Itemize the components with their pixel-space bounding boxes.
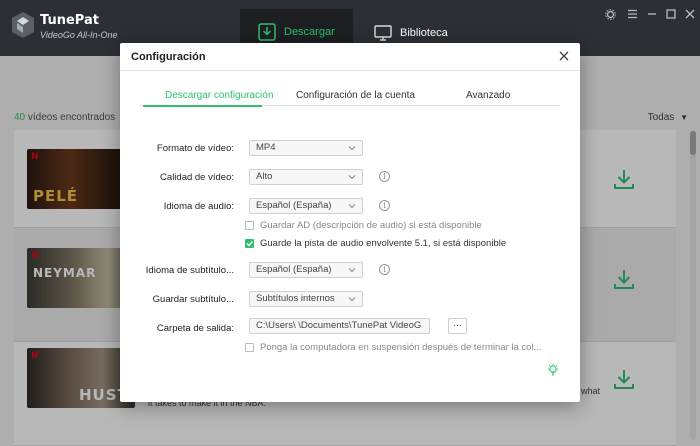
save-51-checkbox[interactable] (245, 239, 254, 248)
save-subtitles-select[interactable]: Subtítulos internos (249, 291, 363, 307)
output-folder-input[interactable]: C:\Users\ \Documents\TunePat VideoG (249, 318, 430, 334)
output-folder-label: Carpeta de salida: (156, 323, 234, 334)
tab-account-settings[interactable]: Configuración de la cuenta (296, 90, 415, 101)
maximize-icon[interactable] (664, 8, 678, 20)
sleep-checkbox[interactable] (245, 343, 254, 352)
browse-folder-button[interactable]: ··· (448, 318, 467, 334)
subtitle-language-value: Español (España) (256, 264, 332, 275)
app-subtitle: VideoGo All-In-One (40, 30, 118, 40)
settings-dialog: Configuración Descargar configuración Co… (120, 43, 580, 402)
app-brand: TunePat VideoGo All-In-One (40, 13, 118, 40)
tunepat-logo-icon (12, 12, 34, 38)
tab-download-settings[interactable]: Descargar configuración (165, 90, 273, 101)
video-format-select[interactable]: MP4 (249, 140, 363, 156)
save-ad-label: Guardar AD (descripción de audio) si est… (260, 220, 482, 231)
active-tab-underline (143, 105, 262, 107)
save-subtitles-label: Guardar subtítulo... (152, 294, 234, 305)
save-ad-checkbox[interactable] (245, 221, 254, 230)
info-icon[interactable]: i (379, 200, 390, 211)
minimize-icon[interactable] (645, 8, 659, 20)
tab-download-label: Descargar (284, 25, 335, 38)
info-icon[interactable]: i (379, 264, 390, 275)
chevron-down-icon (348, 204, 356, 209)
subtitle-language-label: Idioma de subtítulo... (145, 265, 234, 276)
video-quality-value: Alto (256, 171, 273, 182)
chevron-down-icon (348, 268, 356, 273)
menu-icon[interactable] (625, 8, 639, 20)
close-icon[interactable] (558, 50, 570, 62)
save-subtitles-value: Subtítulos internos (256, 293, 335, 304)
app-name: TunePat (40, 13, 99, 28)
dialog-header: Configuración (120, 43, 580, 71)
close-window-icon[interactable] (683, 8, 697, 20)
output-folder-value: C:\Users\ \Documents\TunePat VideoG (256, 320, 422, 331)
video-format-value: MP4 (256, 142, 276, 153)
chevron-down-icon (348, 175, 356, 180)
audio-language-select[interactable]: Español (España) (249, 198, 363, 214)
lightbulb-icon[interactable] (546, 363, 560, 377)
video-format-label: Formato de vídeo: (156, 143, 234, 154)
monitor-icon (374, 24, 392, 41)
video-quality-select[interactable]: Alto (249, 169, 363, 185)
chevron-down-icon (348, 146, 356, 151)
browse-folder-label: ··· (453, 320, 462, 330)
dialog-title: Configuración (131, 51, 206, 63)
audio-language-value: Español (España) (256, 200, 332, 211)
tab-advanced[interactable]: Avanzado (466, 90, 510, 101)
audio-language-label: Idioma de audio: (163, 201, 234, 212)
info-icon[interactable]: i (379, 171, 390, 182)
video-quality-label: Calidad de vídeo: (160, 172, 234, 183)
settings-icon[interactable] (603, 8, 617, 20)
subtitle-language-select[interactable]: Español (España) (249, 262, 363, 278)
download-icon (258, 22, 276, 41)
tab-library-label: Biblioteca (400, 26, 448, 39)
checkmark-icon (246, 241, 254, 247)
sleep-label: Ponga la computadora en suspensión despu… (260, 342, 542, 353)
chevron-down-icon (348, 297, 356, 302)
settings-tabs: Descargar configuración Configuración de… (140, 90, 560, 106)
save-51-label: Guarde la pista de audio envolvente 5.1,… (260, 238, 507, 249)
